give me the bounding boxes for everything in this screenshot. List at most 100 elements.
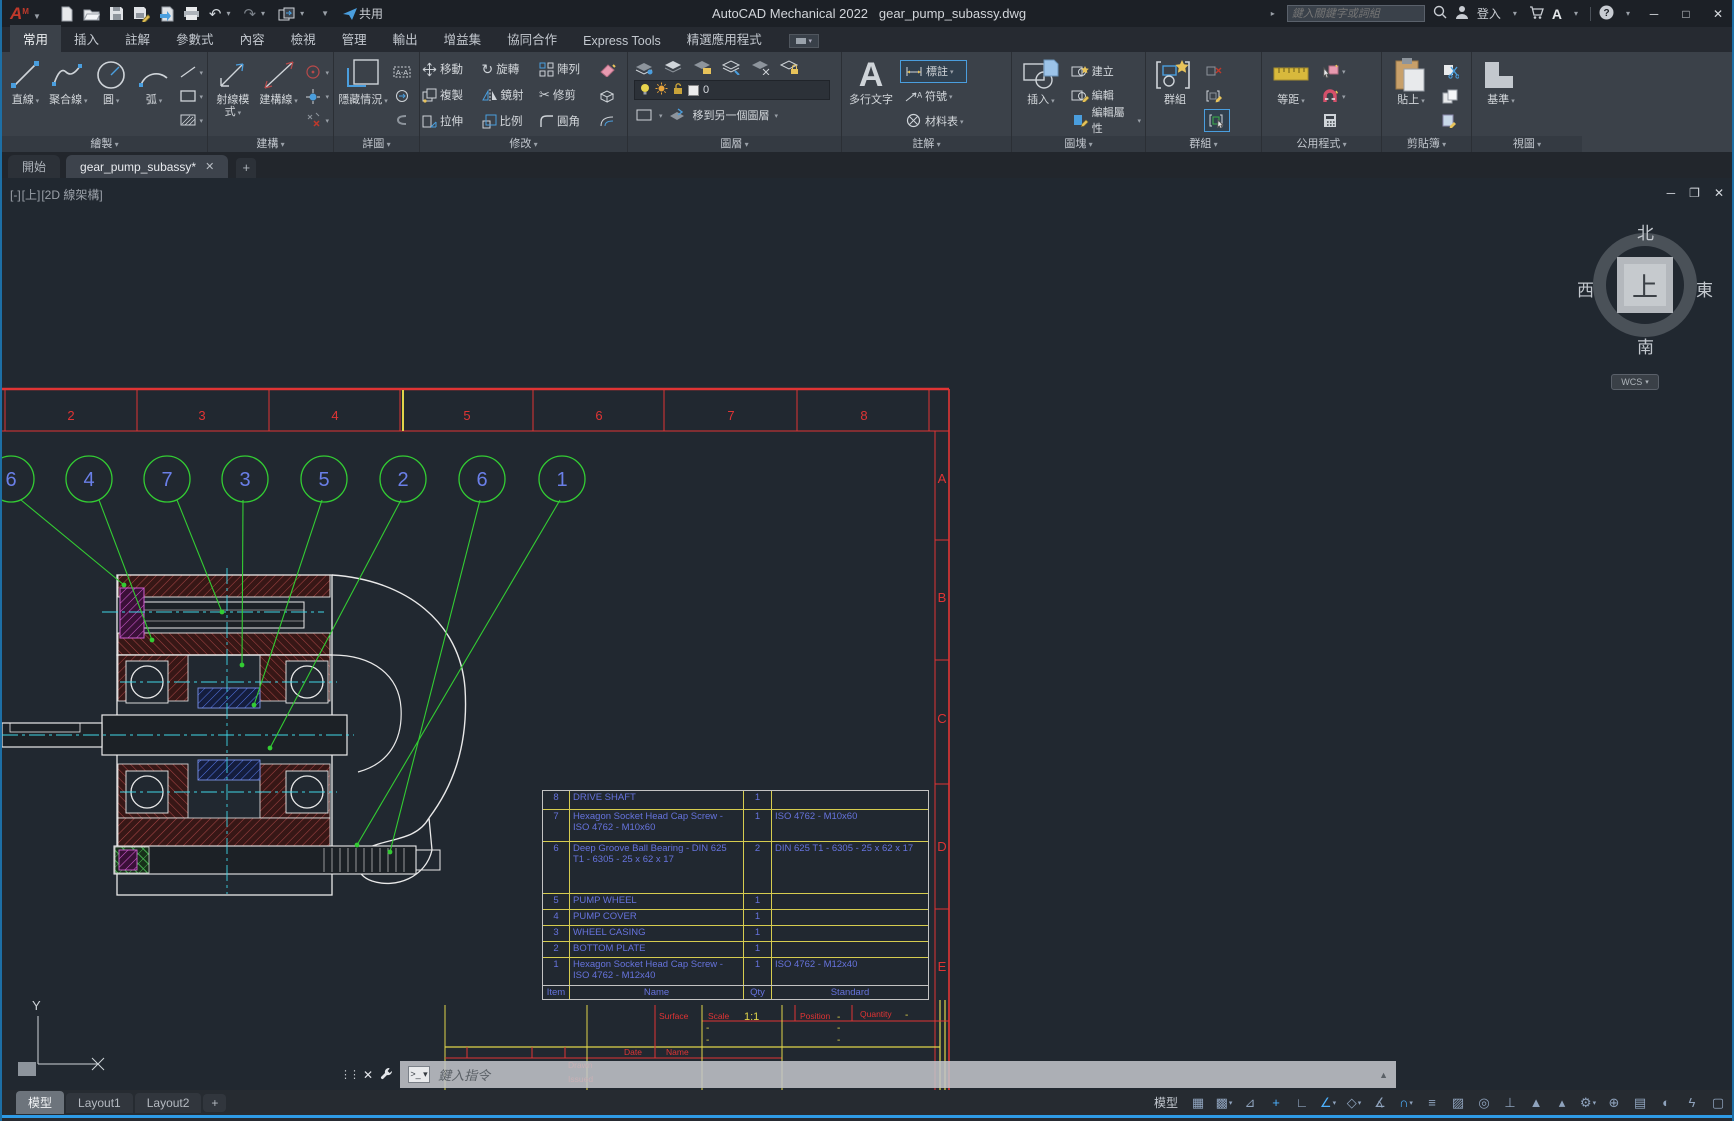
new-layout-button[interactable]: + — [203, 1094, 226, 1112]
insert-block-button[interactable]: 插入 — [1016, 57, 1066, 135]
ribbon-tab[interactable]: 註解 — [112, 25, 163, 52]
bom-row[interactable]: 6Deep Groove Ball Bearing - DIN 625 T1 -… — [543, 841, 928, 893]
dynamic-ucs-toggle[interactable]: ⊥ — [1500, 1093, 1520, 1113]
base-view-button[interactable]: 基準 — [1476, 57, 1526, 135]
block-edit-label[interactable]: 編輯 — [1092, 87, 1114, 103]
offset-button[interactable] — [599, 108, 626, 134]
ribbon-tab[interactable]: 增益集 — [431, 25, 495, 52]
chevron-down-icon[interactable]: ▾ — [1229, 1099, 1233, 1107]
layer-off-icon[interactable] — [750, 57, 770, 77]
transparency-toggle[interactable]: ▨ — [1448, 1093, 1468, 1113]
command-bar-grip[interactable]: ⋮⋮ — [340, 1068, 358, 1081]
chevron-down-icon[interactable]: ▾ — [1626, 9, 1630, 18]
new-tab-button[interactable]: + — [236, 158, 256, 178]
ribbon-tab[interactable]: 參數式 — [163, 25, 227, 52]
grid-toggle[interactable]: ▦ — [1188, 1093, 1208, 1113]
ribbon-tab[interactable]: 檢視 — [278, 25, 329, 52]
panel-title-group[interactable]: 群組 — [1146, 136, 1261, 152]
mtext-button[interactable]: A 多行文字 — [846, 57, 896, 135]
ribbon-tab[interactable]: 協同合作 — [494, 25, 570, 52]
line-button[interactable]: 直線 — [6, 57, 45, 135]
bom-row[interactable]: 1Hexagon Socket Head Cap Screw - ISO 476… — [543, 957, 928, 985]
close-button[interactable]: ✕ — [1706, 7, 1730, 21]
new-file-button[interactable] — [59, 6, 74, 22]
symbol-icon[interactable]: A — [903, 86, 923, 106]
chevron-down-icon[interactable] — [659, 109, 663, 121]
array-button[interactable]: 陣列 — [539, 56, 593, 82]
dimension-icon[interactable] — [904, 61, 924, 81]
trim-button[interactable]: ✂修剪 — [539, 82, 593, 108]
search-icon[interactable] — [1433, 5, 1447, 22]
panel-title-view[interactable]: 視圖 — [1472, 136, 1582, 152]
object-snap-toggle[interactable]: ∩▾ — [1396, 1093, 1416, 1113]
scale-button[interactable]: 比例 — [482, 108, 534, 134]
mirror-button[interactable]: 鏡射 — [482, 82, 534, 108]
layer-select-combo[interactable]: 0 — [634, 80, 830, 100]
command-input-area[interactable]: >_ ▾ 鍵入指令 ▲ — [400, 1061, 1396, 1088]
group-edit-icon[interactable] — [1204, 86, 1224, 106]
chevron-down-icon[interactable] — [1342, 90, 1346, 102]
bom-row[interactable]: 4PUMP COVER1 — [543, 909, 928, 925]
save-button[interactable] — [109, 6, 124, 21]
construction-line-button[interactable]: 建構線 — [258, 57, 300, 135]
symbol-label[interactable]: 符號 — [925, 88, 947, 104]
chevron-down-icon[interactable] — [1342, 65, 1346, 77]
infer-constraints-toggle[interactable]: ⊿ — [1240, 1093, 1260, 1113]
rotate-button[interactable]: ↻旋轉 — [482, 56, 534, 82]
viewport-view-control[interactable]: [上] — [22, 188, 41, 202]
chevron-down-icon[interactable]: ▾ — [1333, 1099, 1337, 1107]
bom-label[interactable]: 材料表 — [925, 113, 958, 129]
wcs-menu[interactable]: WCS — [1611, 374, 1659, 390]
panel-title-detail[interactable]: 詳圖 — [334, 136, 419, 152]
help-icon[interactable]: ? — [1599, 5, 1614, 23]
point-delete-icon[interactable] — [303, 110, 323, 130]
command-history-icon[interactable]: ▲ — [1379, 1070, 1388, 1080]
line-segment-icon[interactable] — [178, 62, 198, 82]
ribbon-tab[interactable]: Express Tools — [570, 30, 674, 52]
viewcube-east[interactable]: 東 — [1696, 276, 1713, 301]
hatch-icon[interactable] — [178, 110, 198, 130]
search-expand-icon[interactable]: ▸ — [1271, 9, 1275, 18]
rectangle-icon[interactable] — [178, 86, 198, 106]
doc-minimize-button[interactable]: ─ — [1667, 186, 1676, 200]
chevron-down-icon[interactable]: ▾ — [1574, 9, 1578, 18]
move-to-layer-icon[interactable] — [668, 105, 688, 125]
polar-tracking-toggle[interactable]: ∠▾ — [1318, 1093, 1338, 1113]
customize-wrench-icon[interactable] — [380, 1067, 393, 1083]
clean-screen-toggle[interactable]: ▢ — [1708, 1093, 1728, 1113]
ribbon-tab[interactable]: 插入 — [61, 25, 112, 52]
snap-mode-toggle[interactable]: ▩▾ — [1214, 1093, 1234, 1113]
block-edit-icon[interactable] — [1070, 85, 1090, 105]
viewcube-south[interactable]: 南 — [1637, 333, 1654, 358]
quick-properties-toggle[interactable]: ▤ — [1630, 1093, 1650, 1113]
isolate-objects-toggle[interactable]: ◐ — [1656, 1093, 1676, 1113]
group-button[interactable]: 群組 — [1150, 57, 1200, 135]
construction-circle-icon[interactable] — [303, 62, 323, 82]
signin-label[interactable]: 登入 — [1477, 5, 1501, 22]
section-aa-icon[interactable]: A-A — [392, 62, 412, 82]
graphics-performance-toggle[interactable]: ϟ — [1682, 1093, 1702, 1113]
bom-row[interactable]: 3WHEEL CASING1 — [543, 925, 928, 941]
move-to-layer-label[interactable]: 移到另一個圖層 — [693, 107, 770, 123]
doc-close-button[interactable]: ✕ — [1714, 186, 1724, 200]
chevron-down-icon[interactable] — [325, 114, 329, 126]
hide-situation-button[interactable]: 隱藏情況 — [338, 57, 388, 135]
layer-isolate-icon[interactable] — [692, 57, 712, 77]
file-tab-start[interactable]: 開始 — [8, 155, 60, 178]
chevron-down-icon[interactable] — [200, 114, 204, 126]
bom-row[interactable]: 2BOTTOM PLATE1 — [543, 941, 928, 957]
app-store-cart-icon[interactable] — [1529, 5, 1544, 22]
arc-button[interactable]: 弧 — [135, 57, 174, 135]
move-button[interactable]: 移動 — [422, 56, 476, 82]
autoscale-toggle[interactable]: ▴ — [1552, 1093, 1572, 1113]
maximize-button[interactable]: □ — [1674, 7, 1698, 21]
layer-thaw-sun-icon[interactable] — [655, 82, 668, 98]
chevron-down-icon[interactable] — [200, 66, 204, 78]
redo-button[interactable]: ↷▾ — [243, 5, 269, 23]
print-button[interactable] — [183, 6, 200, 21]
viewcube[interactable]: 北 西 東 南 上 — [1585, 225, 1705, 345]
polyline-button[interactable]: 聚合線 — [49, 57, 88, 135]
chevron-down-icon[interactable] — [960, 115, 964, 127]
command-prompt-icon[interactable]: >_ ▾ — [408, 1066, 430, 1083]
chevron-down-icon[interactable]: ▾ — [1358, 1099, 1362, 1107]
